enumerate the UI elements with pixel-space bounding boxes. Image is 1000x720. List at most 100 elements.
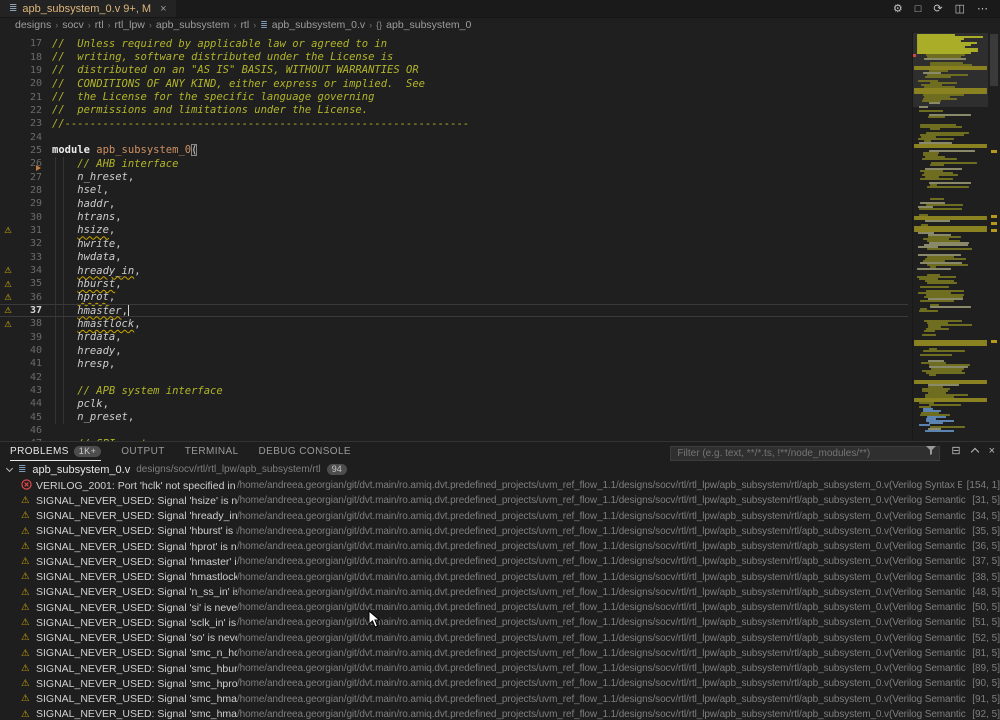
line-number[interactable]: 24: [16, 132, 42, 143]
problem-row[interactable]: ⚠SIGNAL_NEVER_USED: Signal 'hready_in' i…: [0, 509, 1000, 524]
line-number[interactable]: 38: [16, 318, 42, 329]
tab-apb-subsystem[interactable]: ≣ apb_subsystem_0.v 9+, M ×: [0, 0, 176, 17]
problem-row[interactable]: ⚠SIGNAL_NEVER_USED: Signal 'hprot' is ne…: [0, 539, 1000, 554]
panel-tab-debug-console[interactable]: DEBUG CONSOLE: [259, 442, 351, 461]
code-line-39[interactable]: 39 hrdata,: [0, 331, 908, 344]
code-line-30[interactable]: 30 htrans,: [0, 210, 908, 223]
line-number[interactable]: 32: [16, 238, 42, 249]
line-number[interactable]: 33: [16, 252, 42, 263]
problem-row[interactable]: VERILOG_2001: Port 'hclk' not specified …: [0, 478, 1000, 493]
minimap[interactable]: [912, 32, 988, 441]
breadcrumb-item[interactable]: apb_subsystem_0: [386, 19, 471, 31]
code-line-33[interactable]: 33 hwdata,: [0, 251, 908, 264]
panel-tab-problems[interactable]: PROBLEMS1K+: [10, 442, 101, 461]
breadcrumb-item[interactable]: apb_subsystem_0.v: [272, 19, 365, 31]
problem-row[interactable]: ⚠SIGNAL_NEVER_USED: Signal 'hburst' is n…: [0, 524, 1000, 539]
code-line-21[interactable]: 21// the License for the specific langua…: [0, 90, 908, 103]
line-number[interactable]: 21: [16, 92, 42, 103]
problem-row[interactable]: ⚠SIGNAL_NEVER_USED: Signal 'so' is never…: [0, 631, 1000, 646]
problem-row[interactable]: ⚠SIGNAL_NEVER_USED: Signal 'sclk_in' is …: [0, 615, 1000, 630]
code-line-45[interactable]: 45 n_preset,: [0, 411, 908, 424]
line-number[interactable]: 17: [16, 38, 42, 49]
refresh-icon[interactable]: ⟳: [933, 2, 942, 15]
code-line-34[interactable]: ⚠34 hready_in,: [0, 264, 908, 277]
code-line-26[interactable]: 26 // AHB interface: [0, 157, 908, 170]
line-number[interactable]: 18: [16, 52, 42, 63]
line-number[interactable]: 42: [16, 372, 42, 383]
code-line-40[interactable]: 40 hready,: [0, 344, 908, 357]
line-number[interactable]: 44: [16, 398, 42, 409]
code-line-42[interactable]: 42: [0, 371, 908, 384]
more-actions-icon[interactable]: ⋯: [977, 2, 988, 15]
code-line-22[interactable]: 22// permissions and limitations under t…: [0, 104, 908, 117]
code-line-19[interactable]: 19// distributed on an "AS IS" BASIS, WI…: [0, 64, 908, 77]
problem-row[interactable]: ⚠SIGNAL_NEVER_USED: Signal 'smc_hprot' i…: [0, 676, 1000, 691]
code-line-32[interactable]: 32 hwrite,: [0, 237, 908, 250]
problem-row[interactable]: ⚠SIGNAL_NEVER_USED: Signal 'hmastlock' i…: [0, 570, 1000, 585]
line-number[interactable]: 37: [16, 305, 42, 316]
panel-tab-terminal[interactable]: TERMINAL: [185, 442, 239, 461]
breadcrumb-item[interactable]: apb_subsystem: [156, 19, 230, 31]
code-line-38[interactable]: ⚠38 hmastlock,: [0, 317, 908, 330]
code-line-35[interactable]: ⚠35 hburst,: [0, 277, 908, 290]
vertical-scrollbar[interactable]: [988, 32, 1000, 441]
breadcrumb-item[interactable]: rtl: [240, 19, 249, 31]
close-tab-icon[interactable]: ×: [160, 3, 166, 15]
code-line-25[interactable]: 25module apb_subsystem_0(: [0, 144, 908, 157]
close-panel-icon[interactable]: ×: [989, 446, 995, 457]
problems-filter-input[interactable]: [670, 446, 940, 461]
code-line-46[interactable]: 46: [0, 424, 908, 437]
line-number[interactable]: 19: [16, 65, 42, 76]
code-line-23[interactable]: 23//------------------------------------…: [0, 117, 908, 130]
problem-row[interactable]: ⚠SIGNAL_NEVER_USED: Signal 'si' is never…: [0, 600, 1000, 615]
line-number[interactable]: 40: [16, 345, 42, 356]
code-line-31[interactable]: ⚠31 hsize,: [0, 224, 908, 237]
breadcrumb-item[interactable]: rtl_lpw: [115, 19, 145, 31]
problem-row[interactable]: ⚠SIGNAL_NEVER_USED: Signal 'smc_hburst'.…: [0, 661, 1000, 676]
code-line-29[interactable]: 29 haddr,: [0, 197, 908, 210]
code-line-27[interactable]: 27 n_hreset,: [0, 170, 908, 183]
line-number[interactable]: 46: [16, 425, 42, 436]
code-line-18[interactable]: 18// writing, software distributed under…: [0, 50, 908, 63]
line-number[interactable]: 27: [16, 172, 42, 183]
problem-row[interactable]: ⚠SIGNAL_NEVER_USED: Signal 'hsize' is ne…: [0, 493, 1000, 508]
line-number[interactable]: 22: [16, 105, 42, 116]
problem-row[interactable]: ⚠SIGNAL_NEVER_USED: Signal 'smc_hmastl..…: [0, 707, 1000, 720]
code-line-43[interactable]: 43 // APB system interface: [0, 384, 908, 397]
problem-row[interactable]: ⚠SIGNAL_NEVER_USED: Signal 'n_ss_in' is …: [0, 585, 1000, 600]
breadcrumb-item[interactable]: socv: [62, 19, 84, 31]
problem-row[interactable]: ⚠SIGNAL_NEVER_USED: Signal 'hmaster' is …: [0, 554, 1000, 569]
code-line-36[interactable]: ⚠36 hprot,: [0, 291, 908, 304]
line-number[interactable]: 29: [16, 198, 42, 209]
split-editor-icon[interactable]: ◫: [955, 2, 965, 15]
line-number[interactable]: 35: [16, 278, 42, 289]
line-number[interactable]: 23: [16, 118, 42, 129]
line-number[interactable]: 41: [16, 358, 42, 369]
code-line-37[interactable]: ⚠37 hmaster,: [0, 304, 908, 317]
code-line-28[interactable]: 28 hsel,: [0, 184, 908, 197]
line-number[interactable]: 20: [16, 78, 42, 89]
line-number[interactable]: 39: [16, 332, 42, 343]
line-number[interactable]: 34: [16, 265, 42, 276]
panel-tab-output[interactable]: OUTPUT: [121, 442, 165, 461]
line-number[interactable]: 25: [16, 145, 42, 156]
code-editor[interactable]: 17// Unless required by applicable law o…: [0, 32, 1000, 441]
maximize-panel-icon[interactable]: [970, 447, 978, 455]
code-line-17[interactable]: 17// Unless required by applicable law o…: [0, 37, 908, 50]
code-line-24[interactable]: 24: [0, 130, 908, 143]
line-number[interactable]: 36: [16, 292, 42, 303]
code-line-20[interactable]: 20// CONDITIONS OF ANY KIND, either expr…: [0, 77, 908, 90]
code-line-41[interactable]: 41 hresp,: [0, 357, 908, 370]
line-number[interactable]: 45: [16, 412, 42, 423]
line-number[interactable]: 31: [16, 225, 42, 236]
problems-file-group[interactable]: ≣ apb_subsystem_0.v designs/socv/rtl/rtl…: [0, 461, 1000, 478]
square-icon[interactable]: □: [915, 3, 922, 15]
problem-row[interactable]: ⚠SIGNAL_NEVER_USED: Signal 'smc_hmast...…: [0, 692, 1000, 707]
line-number[interactable]: 28: [16, 185, 42, 196]
breadcrumb-item[interactable]: designs: [15, 19, 51, 31]
problem-row[interactable]: ⚠SIGNAL_NEVER_USED: Signal 'smc_n_hclk'.…: [0, 646, 1000, 661]
code-line-44[interactable]: 44 pclk,: [0, 397, 908, 410]
gear-icon[interactable]: ⚙: [893, 2, 903, 15]
line-number[interactable]: 30: [16, 212, 42, 223]
scrollbar-thumb[interactable]: [990, 34, 998, 86]
